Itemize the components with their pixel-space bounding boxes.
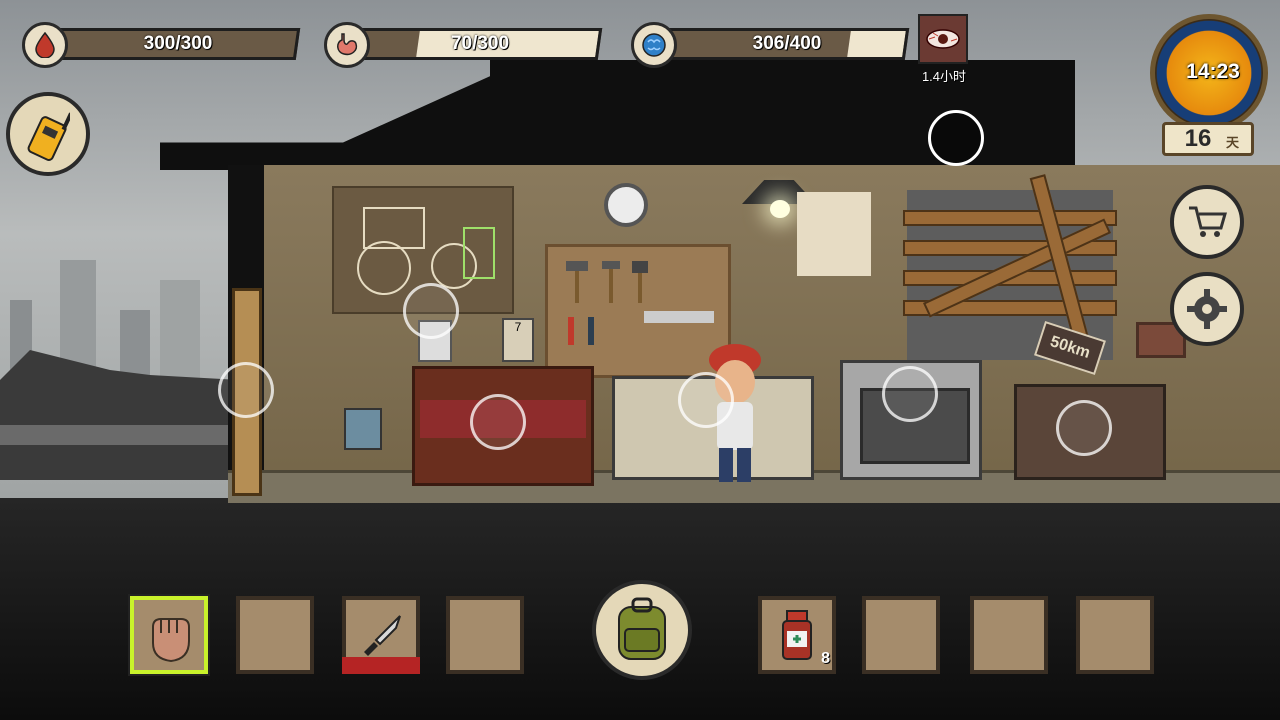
inventory-slot-3[interactable]: [342, 596, 420, 674]
bloodshot-eye-icon[interactable]: [918, 14, 968, 64]
inventory-slot-7[interactable]: [970, 596, 1048, 674]
radio-icon: [27, 112, 70, 161]
tool-pegboard: [545, 244, 731, 378]
electric-fuse-box: [344, 408, 382, 450]
backpack-button[interactable]: [592, 580, 692, 680]
fist-icon: [152, 618, 190, 663]
settings-gear-icon: [1187, 289, 1227, 329]
ruined-city-skyline: [0, 260, 240, 480]
door-exit-hotspot[interactable]: [218, 362, 274, 418]
hanging-tools: [566, 261, 714, 345]
stove-gear-hotspot[interactable]: [882, 366, 938, 422]
clock-time: 14:23: [1186, 60, 1240, 83]
wood-plank: [903, 210, 1117, 226]
hunger-value: 70/300: [450, 33, 510, 54]
shop-button[interactable]: [1170, 185, 1244, 259]
craft-gear-hotspot-blueprint[interactable]: [403, 283, 459, 339]
inventory-slot-8[interactable]: [1076, 596, 1154, 674]
item-count: 8: [821, 650, 830, 667]
day-number: 16: [1184, 125, 1212, 152]
status-effect-duration: 1.4小时: [921, 69, 967, 84]
workbench-gear-hotspot[interactable]: [678, 372, 734, 428]
settings-button[interactable]: [1170, 272, 1244, 346]
inventory-slot-4[interactable]: [446, 596, 524, 674]
backpack-icon: [618, 597, 666, 660]
medicine-jar-icon: [782, 610, 812, 660]
light-bulb: [770, 200, 790, 218]
bed-gear-hotspot[interactable]: [470, 394, 526, 450]
day-unit: 天: [1226, 135, 1240, 150]
inventory-slot-2[interactable]: [236, 596, 314, 674]
knife-icon: [364, 615, 401, 656]
inventory-slot-1[interactable]: [128, 594, 210, 676]
inventory-slot-5[interactable]: 8: [758, 596, 836, 674]
wall-calendar: 7: [502, 318, 534, 362]
sanity-value: 306/400: [752, 33, 822, 54]
health-value: 300/300: [143, 33, 213, 54]
chest-search-hotspot[interactable]: [1056, 400, 1112, 456]
shop-cart-icon: [1189, 206, 1227, 237]
house-roof-top: [490, 60, 1075, 80]
empty-action-ring[interactable]: [928, 110, 984, 166]
soup-ad-poster: [797, 192, 871, 276]
radio-button[interactable]: [6, 92, 90, 176]
inventory-slot-6[interactable]: [862, 596, 940, 674]
wall-clock: [604, 183, 648, 227]
